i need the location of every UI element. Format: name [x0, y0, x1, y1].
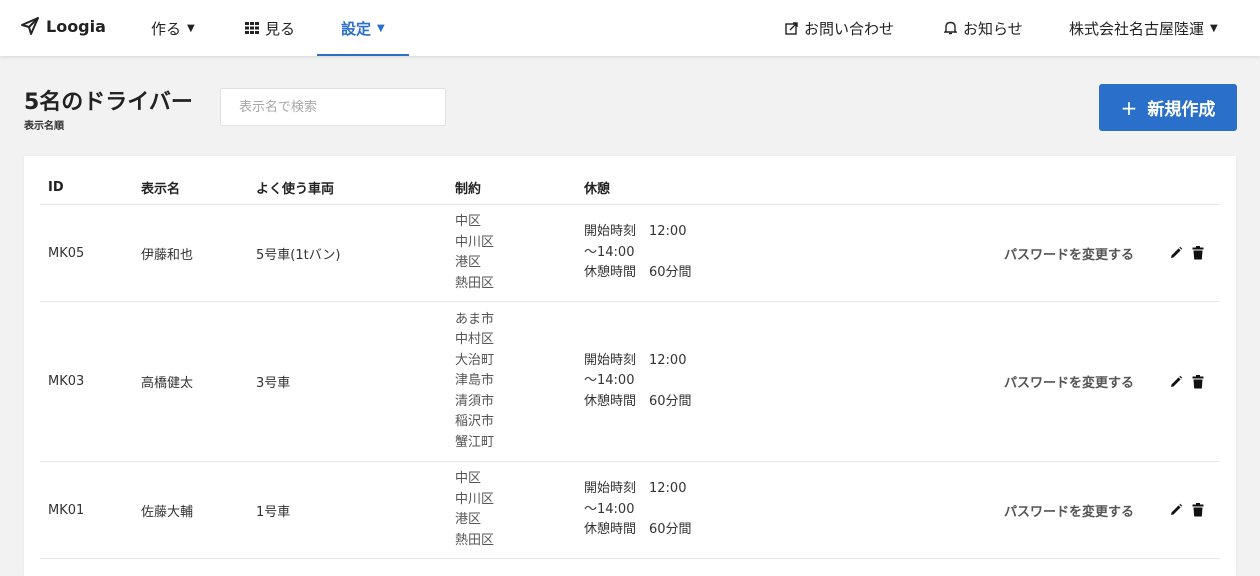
constraint-item: 港区: [455, 512, 482, 527]
new-driver-button[interactable]: + 新規作成: [1099, 84, 1237, 131]
nav-settings-label: 設定: [341, 19, 372, 38]
caret-down-icon: ▼: [187, 22, 195, 34]
cell-break: 開始時刻 12:00 〜14:00 休憩時間 60分間: [576, 301, 976, 462]
plus-icon: +: [1120, 95, 1138, 120]
nav-make[interactable]: 作る ▼: [151, 0, 195, 56]
constraint-item: 大治町: [455, 352, 495, 368]
table-header-row: ID 表示名 よく使う車両 制約 休憩: [40, 170, 1220, 205]
nav-make-label: 作る: [151, 19, 182, 38]
break-end: 〜14:00: [584, 373, 635, 389]
external-link-icon: [785, 21, 798, 35]
sort-label[interactable]: 表示名順: [24, 117, 64, 132]
nav-view-label: 見る: [265, 19, 296, 38]
column-header-actions: [976, 170, 1220, 205]
page-title: 5名のドライバー: [24, 90, 193, 115]
column-header-vehicle[interactable]: よく使う車両: [248, 170, 447, 205]
table-row[interactable]: MK05 伊藤和也 5号車(1tバン) 中区 中川区 港区 熱田区 開始時刻 1…: [40, 204, 1220, 302]
constraint-item: 清須市: [455, 393, 495, 409]
change-password-link[interactable]: パスワードを変更する: [1004, 501, 1134, 520]
break-end: 〜14:00: [584, 501, 635, 517]
constraint-item: 中川区: [455, 234, 495, 250]
cell-vehicle: 3号車: [248, 301, 447, 462]
trash-icon[interactable]: [1192, 246, 1204, 260]
constraint-item: 中区: [455, 214, 482, 229]
caret-down-icon: ▼: [1210, 22, 1218, 34]
constraint-item: 港区: [455, 255, 482, 270]
cell-id: MK01: [40, 461, 133, 559]
search-input[interactable]: [220, 88, 446, 126]
top-nav: Loogia 作る ▼ 見る 設定 ▼ お問い合わせ お知らせ 株式会社名古屋陸…: [0, 0, 1260, 56]
pencil-icon[interactable]: [1169, 503, 1183, 517]
change-password-link[interactable]: パスワードを変更する: [1004, 244, 1134, 263]
constraint-item: 中村区: [455, 332, 495, 348]
break-end: 〜14:00: [584, 244, 635, 260]
drivers-card: ID 表示名 よく使う車両 制約 休憩 MK05 伊藤和也 5号車(1tバン) …: [24, 156, 1236, 576]
nav-contact[interactable]: お問い合わせ: [785, 0, 894, 56]
nav-contact-label: お問い合わせ: [804, 19, 895, 38]
cell-name: 高橋健太: [133, 301, 248, 462]
column-header-id[interactable]: ID: [40, 170, 133, 205]
column-header-name[interactable]: 表示名: [133, 170, 248, 205]
pencil-icon[interactable]: [1169, 246, 1183, 260]
break-start: 開始時刻 12:00: [584, 352, 687, 368]
constraint-item: 中区: [455, 471, 482, 486]
cell-constraints: あま市 中村区 大治町 津島市 清須市 稲沢市 蟹江町: [447, 301, 576, 462]
trash-icon[interactable]: [1192, 503, 1204, 517]
cell-break: 開始時刻 12:00 〜14:00 休憩時間 60分間: [576, 461, 976, 559]
cell-name: 佐藤大輔: [133, 461, 248, 559]
cell-actions: パスワードを変更する: [976, 204, 1220, 302]
cell-vehicle: 5号車(1tバン): [248, 204, 447, 302]
trash-icon[interactable]: [1192, 374, 1204, 389]
constraint-item: 津島市: [455, 373, 495, 389]
logo-text: Loogia: [46, 16, 106, 36]
drivers-table: ID 表示名 よく使う車両 制約 休憩 MK05 伊藤和也 5号車(1tバン) …: [40, 170, 1220, 559]
constraint-item: 熱田区: [455, 532, 495, 548]
nav-notice-label: お知らせ: [963, 19, 1023, 38]
break-duration: 休憩時間 60分間: [584, 265, 692, 281]
company-menu[interactable]: 株式会社名古屋陸運 ▼: [1069, 0, 1218, 56]
constraint-item: 熱田区: [455, 275, 495, 291]
cell-name: 伊藤和也: [133, 204, 248, 302]
break-duration: 休憩時間 60分間: [584, 393, 692, 409]
nav-settings[interactable]: 設定 ▼: [317, 0, 409, 56]
cell-id: MK03: [40, 301, 133, 462]
change-password-link[interactable]: パスワードを変更する: [1004, 372, 1134, 391]
table-row[interactable]: MK03 高橋健太 3号車 あま市 中村区 大治町 津島市 清須市 稲沢市 蟹江…: [40, 301, 1220, 462]
cell-break: 開始時刻 12:00 〜14:00 休憩時間 60分間: [576, 204, 976, 302]
column-header-constraints[interactable]: 制約: [447, 170, 576, 205]
new-button-label: 新規作成: [1147, 100, 1216, 120]
cell-actions: パスワードを変更する: [976, 301, 1220, 462]
break-start: 開始時刻 12:00: [584, 224, 687, 240]
cell-constraints: 中区 中川区 港区 熱田区: [447, 204, 576, 302]
logo[interactable]: Loogia: [20, 16, 106, 36]
nav-notice[interactable]: お知らせ: [944, 0, 1023, 56]
break-start: 開始時刻 12:00: [584, 481, 687, 497]
cell-id: MK05: [40, 204, 133, 302]
grid-icon: [245, 22, 259, 34]
constraint-item: あま市: [455, 311, 495, 327]
break-duration: 休憩時間 60分間: [584, 522, 692, 538]
company-name: 株式会社名古屋陸運: [1069, 19, 1205, 38]
table-row[interactable]: MK01 佐藤大輔 1号車 中区 中川区 港区 熱田区 開始時刻 12:00 〜…: [40, 461, 1220, 559]
bell-icon: [944, 21, 957, 35]
cell-vehicle: 1号車: [248, 461, 447, 559]
constraint-item: 蟹江町: [455, 434, 495, 450]
constraint-item: 稲沢市: [455, 414, 495, 430]
nav-view[interactable]: 見る: [245, 0, 295, 56]
constraint-item: 中川区: [455, 491, 495, 507]
pencil-icon[interactable]: [1169, 375, 1183, 389]
column-header-break[interactable]: 休憩: [576, 170, 976, 205]
caret-down-icon: ▼: [377, 22, 385, 34]
cell-constraints: 中区 中川区 港区 熱田区: [447, 461, 576, 559]
paper-plane-icon: [21, 17, 39, 35]
cell-actions: パスワードを変更する: [976, 461, 1220, 559]
